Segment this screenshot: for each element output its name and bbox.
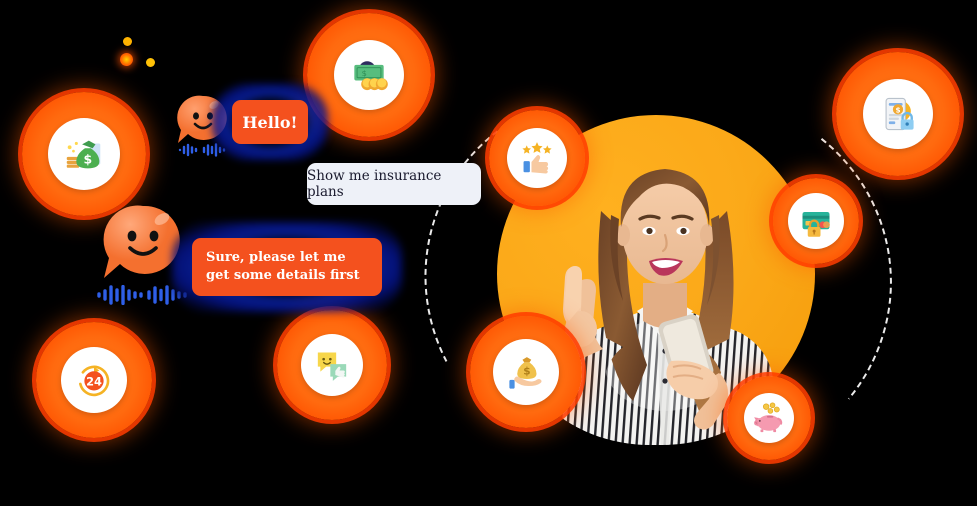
decor-dot-orange [120,53,133,66]
thumbs-up-stars-icon [518,139,556,177]
bubble-hello-text: Hello! [242,112,298,132]
badge-rating[interactable] [489,110,585,206]
badge-hand-money[interactable]: $ [470,316,582,428]
badge-chat[interactable] [277,310,387,420]
message-bot-reply: Sure, please let me get some details fir… [172,222,402,312]
badge-money-bag[interactable]: $ [22,92,146,216]
message-hello: Hello! [212,84,328,160]
money-bag-coins-icon: $ [61,131,107,177]
credit-card-lock-icon [798,203,834,239]
badge-card-secure[interactable] [773,178,859,264]
banknote-coins-icon: $ [347,53,391,97]
badge-mobile-pay[interactable]: $ [836,52,960,176]
mobile-payment-lock-icon: $ [876,92,920,136]
piggy-bank-coins-icon [752,401,786,435]
svg-text:$: $ [84,152,93,167]
decor-dot-yellow [123,37,132,46]
illustration-stage: $ $ $ 24 $ Hello! Show me insurance plan… [0,0,977,506]
bubble-bot-reply[interactable]: Sure, please let me get some details fir… [192,238,382,296]
bubble-bot-reply-text: Sure, please let me get some details fir… [206,250,360,283]
svg-text:$: $ [895,106,900,115]
bubble-show-insurance-plans-text: Show me insurance plans [307,168,442,200]
badge-support-24[interactable]: 24 [36,322,152,438]
bubble-show-insurance-plans[interactable]: Show me insurance plans [307,163,481,205]
bubble-hello[interactable]: Hello! [232,100,308,144]
svg-text:$: $ [362,68,367,78]
decor-dot-amber [146,58,155,67]
chat-bubbles-icon [312,345,352,385]
svg-text:24: 24 [86,374,102,388]
hand-money-bag-icon: $ [505,351,547,393]
clock-24-support-icon: 24 [73,359,115,401]
svg-text:$: $ [523,366,530,378]
badge-piggy-bank[interactable] [727,376,811,460]
